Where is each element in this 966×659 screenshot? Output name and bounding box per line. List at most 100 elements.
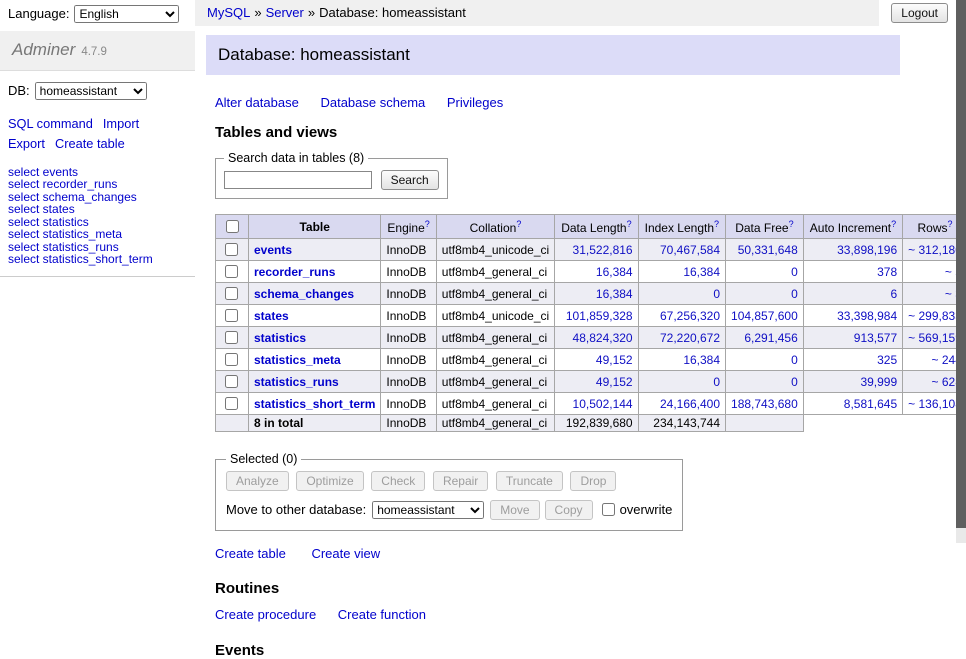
row-checkbox[interactable] <box>225 287 238 300</box>
cell-data-free: 188,743,680 <box>726 393 804 415</box>
scrollbar[interactable] <box>956 0 966 543</box>
create-links: Create table Create view <box>215 546 906 561</box>
analyze-button[interactable]: Analyze <box>226 471 289 491</box>
create-view-link[interactable]: Create view <box>311 546 380 561</box>
sidebar-link-export[interactable]: Export <box>8 136 45 151</box>
create-table-link[interactable]: Create table <box>215 546 286 561</box>
move-db-select[interactable]: homeassistant <box>372 501 484 519</box>
sidebar-link-import[interactable]: Import <box>103 116 139 131</box>
cell-engine: InnoDB <box>381 283 436 305</box>
cell-data-length: 101,859,328 <box>555 305 638 327</box>
search-input[interactable] <box>224 171 372 189</box>
move-button[interactable]: Move <box>490 500 539 520</box>
table-row: recorder_runs InnoDB utf8mb4_general_ci … <box>216 261 966 283</box>
sidebar-table-link[interactable]: select recorder_runs <box>8 178 187 191</box>
content-area: Database: homeassistant Alter database D… <box>215 35 906 659</box>
cell-data-length: 48,824,320 <box>555 327 638 349</box>
cell-index-length: 70,467,584 <box>638 239 725 261</box>
nav-link-privileges[interactable]: Privileges <box>447 95 503 110</box>
hint-icon[interactable]: ? <box>789 219 794 229</box>
hint-icon[interactable]: ? <box>891 219 896 229</box>
table-row: statistics InnoDB utf8mb4_general_ci 48,… <box>216 327 966 349</box>
language-select[interactable]: English <box>74 5 179 23</box>
hint-icon[interactable]: ? <box>425 219 430 229</box>
hint-icon[interactable]: ? <box>948 219 953 229</box>
sidebar-table-link[interactable]: select states <box>8 203 187 216</box>
hint-icon[interactable]: ? <box>627 219 632 229</box>
cell-collation: utf8mb4_general_ci <box>436 393 554 415</box>
sidebar-table-link[interactable]: select statistics_meta <box>8 228 187 241</box>
table-row: statistics_runs InnoDB utf8mb4_general_c… <box>216 371 966 393</box>
table-link[interactable]: statistics <box>254 331 306 345</box>
db-select[interactable]: homeassistant <box>35 82 147 100</box>
table-link[interactable]: statistics_runs <box>254 375 339 389</box>
cell-auto-increment: 325 <box>803 349 902 371</box>
table-link[interactable]: statistics_short_term <box>254 397 375 411</box>
cell-index-length: 16,384 <box>638 349 725 371</box>
overwrite-checkbox[interactable] <box>602 503 615 516</box>
truncate-button[interactable]: Truncate <box>496 471 563 491</box>
cell-data-length: 16,384 <box>555 283 638 305</box>
breadcrumb-separator: » <box>308 5 315 20</box>
table-row: states InnoDB utf8mb4_unicode_ci 101,859… <box>216 305 966 327</box>
adminer-logo: Adminer4.7.9 <box>0 31 195 71</box>
sidebar-table-list: select events select recorder_runs selec… <box>0 164 195 277</box>
nav-link-database-schema[interactable]: Database schema <box>320 95 425 110</box>
search-button[interactable]: Search <box>381 170 439 190</box>
create-procedure-link[interactable]: Create procedure <box>215 607 316 622</box>
row-checkbox[interactable] <box>225 243 238 256</box>
cell-index-length: 0 <box>638 371 725 393</box>
cell-data-free: 6,291,456 <box>726 327 804 349</box>
cell-data-length: 10,502,144 <box>555 393 638 415</box>
repair-button[interactable]: Repair <box>433 471 488 491</box>
hint-icon[interactable]: ? <box>516 219 521 229</box>
overwrite-label[interactable]: overwrite <box>620 502 673 517</box>
page-layout: Language:English Adminer4.7.9 DB:homeass… <box>0 0 956 659</box>
hint-icon[interactable]: ? <box>714 219 719 229</box>
column-header-collation: Collation? <box>436 215 554 239</box>
selected-legend: Selected (0) <box>226 452 301 466</box>
table-link[interactable]: events <box>254 243 292 257</box>
row-checkbox[interactable] <box>225 309 238 322</box>
logout-button[interactable]: Logout <box>891 3 948 23</box>
table-row: statistics_meta InnoDB utf8mb4_general_c… <box>216 349 966 371</box>
check-button[interactable]: Check <box>371 471 425 491</box>
database-nav: Alter database Database schema Privilege… <box>215 95 906 110</box>
sidebar-link-sql-command[interactable]: SQL command <box>8 116 93 131</box>
breadcrumb-separator: » <box>254 5 261 20</box>
cell-collation: utf8mb4_general_ci <box>436 261 554 283</box>
main-content: MySQL»Server»Database: homeassistant Log… <box>195 0 956 659</box>
table-link[interactable]: states <box>254 309 289 323</box>
table-link[interactable]: statistics_meta <box>254 353 341 367</box>
search-fieldset: Search data in tables (8) Search <box>215 151 448 199</box>
cell-engine: InnoDB <box>381 239 436 261</box>
cell-auto-increment: 913,577 <box>803 327 902 349</box>
scrollbar-thumb[interactable] <box>956 0 966 528</box>
row-checkbox[interactable] <box>225 353 238 366</box>
breadcrumb-link-server[interactable]: Server <box>266 5 304 20</box>
cell-collation: utf8mb4_unicode_ci <box>436 305 554 327</box>
cell-engine: InnoDB <box>381 261 436 283</box>
copy-button[interactable]: Copy <box>545 500 593 520</box>
nav-link-alter-database[interactable]: Alter database <box>215 95 299 110</box>
drop-button[interactable]: Drop <box>570 471 616 491</box>
cell-data-free: 50,331,648 <box>726 239 804 261</box>
cell-index-length: 72,220,672 <box>638 327 725 349</box>
cell-data-length: 16,384 <box>555 261 638 283</box>
table-link[interactable]: recorder_runs <box>254 265 335 279</box>
column-header-table: Table <box>249 215 381 239</box>
select-all-checkbox[interactable] <box>226 220 239 233</box>
table-row: events InnoDB utf8mb4_unicode_ci 31,522,… <box>216 239 966 261</box>
breadcrumb: MySQL»Server»Database: homeassistant <box>195 0 879 26</box>
breadcrumb-link-mysql[interactable]: MySQL <box>207 5 250 20</box>
sidebar-table-link[interactable]: select statistics_short_term <box>8 253 187 266</box>
row-checkbox[interactable] <box>225 375 238 388</box>
row-checkbox[interactable] <box>225 265 238 278</box>
optimize-button[interactable]: Optimize <box>296 471 363 491</box>
row-checkbox[interactable] <box>225 397 238 410</box>
table-link[interactable]: schema_changes <box>254 287 354 301</box>
sidebar-link-create-table[interactable]: Create table <box>55 136 125 151</box>
cell-index-length: 0 <box>638 283 725 305</box>
create-function-link[interactable]: Create function <box>338 607 426 622</box>
row-checkbox[interactable] <box>225 331 238 344</box>
